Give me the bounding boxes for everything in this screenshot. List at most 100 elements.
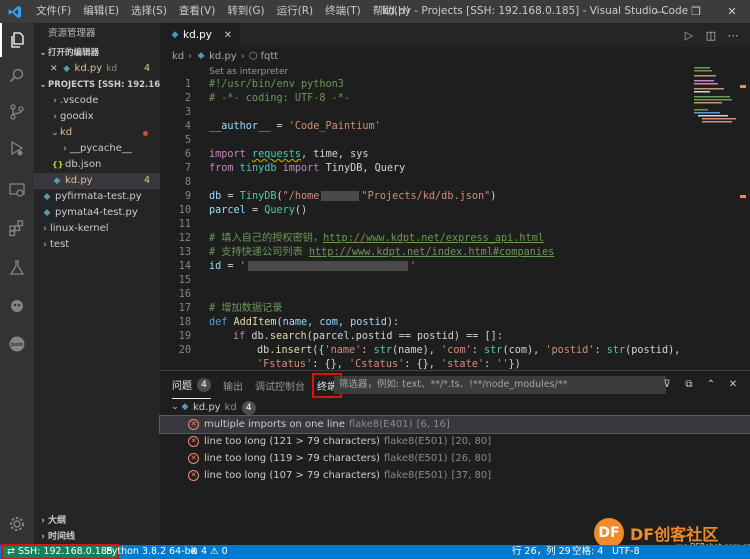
code-line: 14 id = ' '	[178, 261, 416, 272]
problems-filter-input[interactable]: 筛选器，例如: text、**/*.ts、!**/node_modules/**	[334, 376, 666, 394]
settings-gear-icon[interactable]	[0, 507, 34, 541]
editor-actions: ▷ ◫ ⋯	[678, 23, 744, 47]
code-line: 3	[184, 107, 191, 118]
open-editor-item[interactable]: ✕ ◆ kd.py kd 4	[34, 61, 160, 77]
editor-scrollbar[interactable]	[736, 65, 750, 370]
tree-item-linux-kernel[interactable]: › linux-kernel	[34, 221, 160, 237]
cursor-position[interactable]: 行 26，列 29	[512, 545, 571, 559]
breadcrumb-folder[interactable]: kd	[172, 51, 184, 62]
chevron-right-icon: ›	[53, 96, 57, 106]
code-line: 19 if db.search(parcel.postid == postid) …	[178, 331, 503, 342]
menu-edit[interactable]: 编辑(E)	[77, 0, 125, 23]
tree-item-test[interactable]: › test	[34, 237, 160, 253]
close-editor-icon[interactable]: ✕	[50, 61, 58, 77]
python-file-icon: ◆	[43, 208, 51, 218]
tree-item-pycache[interactable]: › __pycache__	[34, 141, 160, 157]
open-editors-header[interactable]: ⌄打开的编辑器	[34, 45, 160, 61]
tab-output[interactable]: 输出	[223, 378, 243, 393]
problem-item[interactable]: ✕ line too long (107 > 79 characters) fl…	[160, 467, 750, 484]
chevron-right-icon: ›	[41, 532, 45, 542]
maximize-panel-icon[interactable]: ⌃	[700, 376, 722, 394]
modified-dot	[143, 131, 148, 136]
tree-item-pyfirmata-test[interactable]: ◆ pyfirmata-test.py	[34, 189, 160, 205]
run-debug-icon[interactable]	[0, 131, 34, 165]
problems-status[interactable]: ⊗ 4 ⚠ 0	[190, 545, 228, 559]
menu-run[interactable]: 运行(R)	[271, 0, 320, 23]
tree-item-pymata4-test[interactable]: ◆ pymata4-test.py	[34, 205, 160, 221]
code-line: 13 # 支持快递公司列表 http://www.kdpt.net/index.h…	[178, 247, 555, 258]
tree-item-kd-py[interactable]: ◆ kd.py 4	[34, 173, 160, 189]
json-extension-icon[interactable]: Json	[0, 327, 34, 361]
collapse-all-icon[interactable]: ⧉	[678, 376, 700, 394]
close-panel-icon[interactable]: ✕	[722, 376, 744, 394]
code-line: 4 __author__ = 'Code_Paintium'	[184, 121, 381, 132]
close-window-button[interactable]: ✕	[714, 0, 750, 23]
code-editor[interactable]: Set as interpreter 1 #!/usr/bin/env pytho…	[160, 65, 750, 370]
run-file-icon[interactable]: ▷	[678, 29, 700, 42]
chevron-right-icon: ›	[41, 516, 45, 526]
python-file-icon: ◆	[43, 192, 51, 202]
code-line: 1 #!/usr/bin/env python3	[184, 79, 344, 90]
menu-selection[interactable]: 选择(S)	[125, 0, 173, 23]
split-editor-icon[interactable]: ◫	[700, 29, 722, 42]
minimap[interactable]	[694, 65, 736, 125]
more-actions-icon[interactable]: ⋯	[722, 29, 744, 42]
extensions-icon[interactable]	[0, 211, 34, 245]
dfrobot-logo: DF	[594, 518, 624, 548]
remote-icon: ⇄	[7, 546, 18, 557]
error-icon: ✕	[188, 436, 199, 447]
tree-item-db-json[interactable]: {} db.json	[34, 157, 160, 173]
breadcrumb-symbol[interactable]: fqtt	[260, 51, 278, 62]
code-line: 17 # 增加数据记录	[178, 303, 283, 314]
menu-view[interactable]: 查看(V)	[173, 0, 221, 23]
minimize-button[interactable]: —	[642, 0, 678, 23]
tab-problems[interactable]: 问题 4	[172, 371, 211, 399]
chevron-down-icon: ⌄	[39, 48, 47, 58]
code-line: 10 parcel = Query()	[178, 205, 308, 216]
remote-indicator[interactable]: ⇄ SSH: 192.168.0.185	[1, 544, 119, 559]
remote-explorer-icon[interactable]	[0, 173, 34, 207]
tree-item-goodix[interactable]: › goodix	[34, 109, 160, 125]
problem-item[interactable]: ✕ line too long (119 > 79 characters) fl…	[160, 450, 750, 467]
python-file-icon: ◆	[63, 64, 70, 74]
python-interpreter[interactable]: Python 3.8.2 64-bit	[106, 545, 197, 559]
tree-item-vscode[interactable]: › .vscode	[34, 93, 160, 109]
problem-group-kd-py[interactable]: ⌄ ◆ kd.py kd 4	[160, 399, 750, 416]
encoding[interactable]: UTF-8	[612, 545, 640, 559]
menu-file[interactable]: 文件(F)	[30, 0, 77, 23]
timeline-header[interactable]: › 时间线	[34, 529, 160, 545]
set-interpreter-codelens[interactable]: Set as interpreter	[209, 67, 288, 77]
problem-item[interactable]: ✕ multiple imports on one line flake8(E4…	[159, 415, 750, 434]
breadcrumb-file[interactable]: kd.py	[209, 51, 237, 62]
title-bar: 文件(F) 编辑(E) 选择(S) 查看(V) 转到(G) 运行(R) 终端(T…	[0, 0, 750, 23]
search-icon[interactable]	[0, 59, 34, 93]
tab-kd-py[interactable]: ◆ kd.py ✕	[160, 23, 240, 47]
indentation[interactable]: 空格: 4	[572, 545, 603, 559]
close-tab-icon[interactable]: ✕	[224, 30, 232, 41]
chevron-right-icon: ›	[53, 112, 57, 122]
tree-item-kd[interactable]: ⌄ kd	[34, 125, 160, 141]
code-line: 11	[178, 219, 191, 230]
explorer-icon[interactable]	[0, 23, 34, 57]
projects-header[interactable]: ⌄PROJECTS [SSH: 192.168.0....	[34, 77, 160, 93]
menu-bar: 文件(F) 编辑(E) 选择(S) 查看(V) 转到(G) 运行(R) 终端(T…	[30, 0, 416, 23]
json-file-icon: {}	[52, 160, 64, 169]
outline-header[interactable]: › 大纲	[34, 513, 160, 529]
menu-go[interactable]: 转到(G)	[221, 0, 270, 23]
problem-item[interactable]: ✕ line too long (121 > 79 characters) fl…	[160, 433, 750, 450]
tab-debug-console[interactable]: 调试控制台	[255, 378, 305, 393]
source-control-icon[interactable]	[0, 95, 34, 129]
svg-text:Json: Json	[10, 342, 23, 348]
maximize-button[interactable]: ❐	[678, 0, 714, 23]
code-line: 7 from tinydb import TinyDB, Query	[184, 163, 406, 174]
code-line: 20 db.insert({'name': str(name), 'com': s…	[178, 345, 681, 356]
testing-flask-icon[interactable]	[0, 251, 34, 285]
vscode-logo-icon	[0, 0, 30, 23]
python-file-icon: ◆	[181, 402, 189, 412]
alien-extension-icon[interactable]	[0, 289, 34, 323]
menu-terminal[interactable]: 终端(T)	[319, 0, 367, 23]
warning-icon: ⚠	[207, 546, 222, 557]
python-file-icon: ◆	[171, 30, 179, 40]
filter-icon[interactable]: ⊽	[656, 376, 678, 394]
redacted-block	[321, 191, 360, 201]
